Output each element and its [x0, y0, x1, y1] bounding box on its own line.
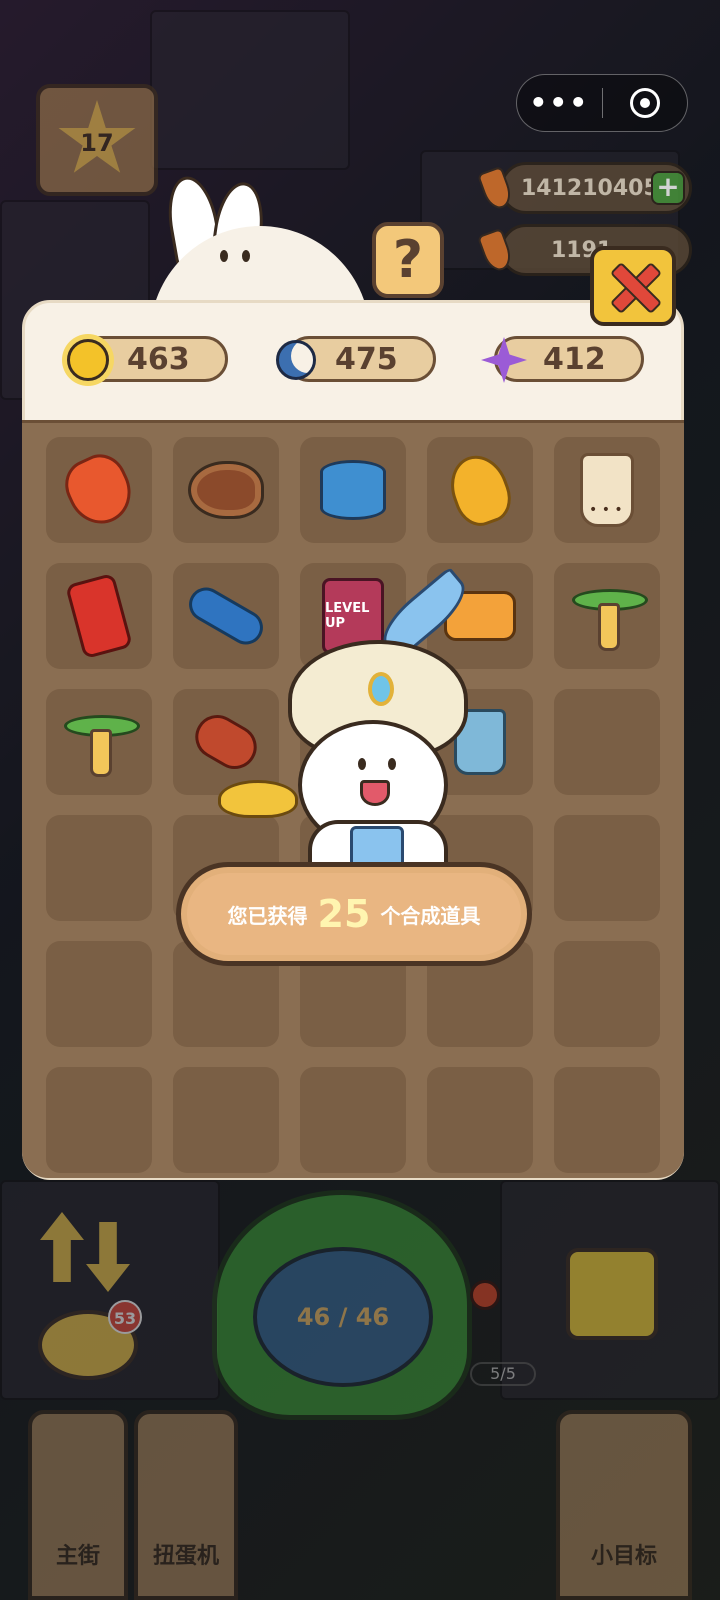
propeller-icon: [570, 581, 648, 651]
level-number: 17: [80, 129, 114, 157]
help-button[interactable]: ?: [372, 222, 444, 298]
carrot-value: 141210405: [521, 175, 659, 201]
genie-mouth: [360, 780, 390, 806]
bunny-decoration: [130, 172, 370, 336]
swap-button[interactable]: [40, 1212, 134, 1292]
cola-can-icon: [65, 572, 133, 660]
item-slot[interactable]: [46, 563, 152, 669]
target-icon: [629, 88, 660, 118]
close-icon: [610, 263, 656, 309]
genie-mascot: [218, 566, 488, 890]
reward-prefix: 您已获得: [227, 903, 308, 928]
tab-label: 小目标: [590, 1544, 657, 1569]
tab-main-street[interactable]: 主街: [28, 1410, 128, 1600]
item-slot[interactable]: [300, 437, 406, 543]
item-slot[interactable]: [554, 437, 660, 543]
item-slot[interactable]: [300, 1067, 406, 1173]
close-miniprogram-button[interactable]: [603, 88, 688, 118]
star-icon: 17: [58, 100, 136, 173]
item-slot[interactable]: [46, 815, 152, 921]
carrot-counter: 141210405 +: [476, 162, 692, 214]
boba-tea-icon: [580, 453, 634, 527]
moon-value: 475: [335, 341, 398, 377]
item-slot[interactable]: [427, 1067, 533, 1173]
joystick-count: 5/5: [470, 1362, 536, 1386]
bunny-eye: [220, 250, 228, 262]
tab-label: 扭蛋机: [152, 1544, 219, 1569]
item-slot[interactable]: [46, 1067, 152, 1173]
arrow-down-icon: [86, 1222, 130, 1292]
mini-program-capsule: •••: [516, 74, 688, 132]
star-value: 412: [543, 341, 606, 377]
close-button[interactable]: [590, 246, 676, 326]
item-slot[interactable]: [554, 941, 660, 1047]
notebook-button[interactable]: [566, 1248, 658, 1340]
item-slot[interactable]: [46, 437, 152, 543]
sun-icon: [67, 339, 109, 381]
magic-lamp-icon: [218, 780, 298, 818]
steak-icon: [188, 461, 264, 519]
item-slot[interactable]: [554, 1067, 660, 1173]
reward-suffix: 个合成道具: [380, 903, 481, 928]
canned-fish-icon: [320, 460, 386, 520]
item-slot[interactable]: [46, 941, 152, 1047]
item-slot[interactable]: [173, 437, 279, 543]
item-slot[interactable]: [173, 1067, 279, 1173]
sun-value: 463: [127, 341, 190, 377]
item-slot[interactable]: [554, 563, 660, 669]
tab-gacha[interactable]: 扭蛋机: [134, 1410, 238, 1600]
purple-star-icon: [481, 337, 527, 383]
add-carrot-button[interactable]: +: [651, 171, 685, 205]
item-slot[interactable]: [554, 689, 660, 795]
fried-chicken-icon: [441, 447, 519, 533]
reward-count: 25: [317, 892, 371, 936]
arrow-up-icon: [40, 1212, 84, 1282]
notification-badge: 53: [108, 1300, 142, 1334]
genie-eye: [388, 758, 396, 770]
propeller-icon: [62, 707, 140, 777]
moon-counter: 475: [276, 336, 436, 382]
star-counter: 412: [481, 336, 644, 383]
genie-eye: [358, 758, 366, 770]
item-slot[interactable]: [46, 689, 152, 795]
gem-icon: [368, 672, 394, 706]
reward-banner: 您已获得 25 个合成道具: [176, 862, 532, 966]
more-menu-button[interactable]: •••: [517, 74, 602, 132]
item-slot[interactable]: [427, 437, 533, 543]
sun-counter: 463: [67, 336, 228, 382]
gacha-machine[interactable]: 46 / 46: [212, 1190, 472, 1420]
joystick-icon[interactable]: [470, 1280, 500, 1310]
tab-small-goal[interactable]: 小目标: [556, 1410, 692, 1600]
bunny-eye: [242, 250, 250, 262]
tab-label: 主街: [55, 1544, 100, 1569]
moon-icon: [276, 340, 316, 380]
item-slot[interactable]: [554, 815, 660, 921]
gacha-count: 46 / 46: [253, 1247, 433, 1387]
lobster-icon: [56, 446, 142, 534]
